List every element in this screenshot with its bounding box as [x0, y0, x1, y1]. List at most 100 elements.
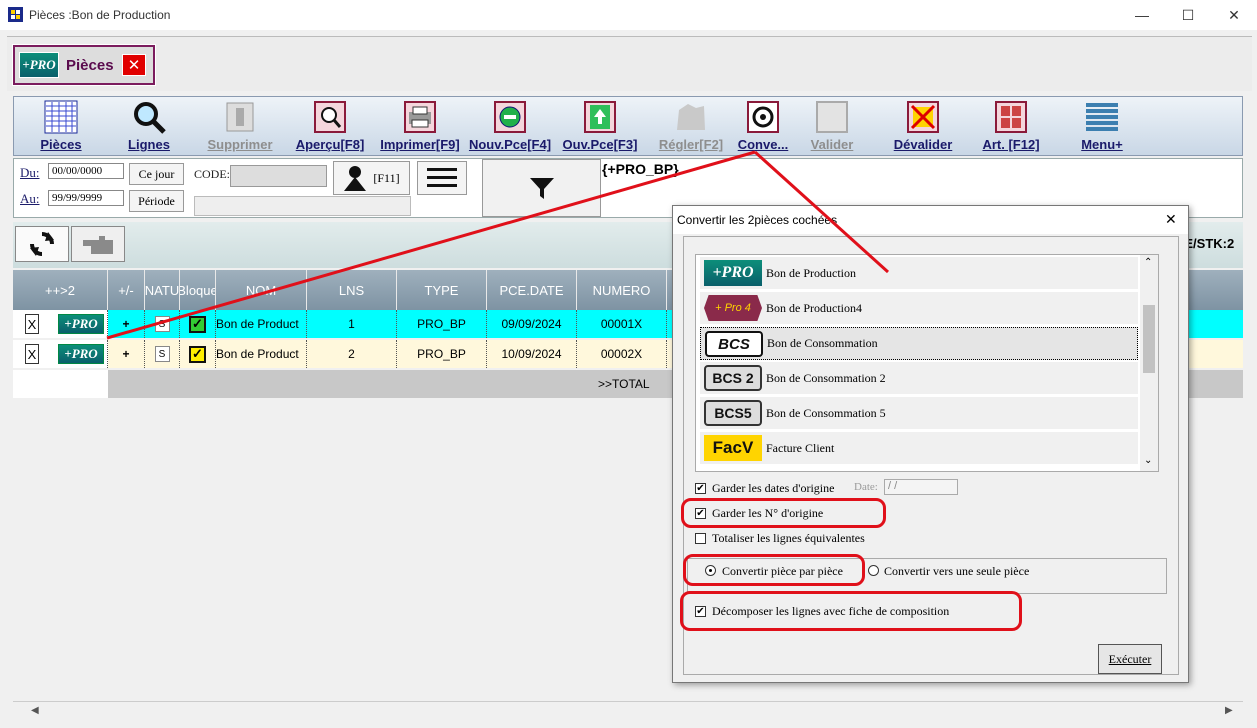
totalize-lines-checkbox[interactable]	[695, 533, 706, 544]
user-f11-button[interactable]: [F11]	[333, 161, 410, 195]
nature-value: S	[154, 346, 170, 362]
toolbar-button-7[interactable]: Régler[F2]	[655, 97, 727, 155]
toolbar-button-8[interactable]: Conve...	[732, 97, 794, 155]
title-bar: Pièces :Bon de Production — ☐ ✕	[0, 0, 1257, 30]
list-item-label: Bon de Consommation	[767, 336, 878, 350]
tab-pieces[interactable]: +PRO Pièces ✕	[12, 44, 156, 86]
radio-piece-par-piece-label: Convertir pièce par pièce	[722, 564, 843, 578]
articles-icon	[994, 100, 1028, 134]
row-checkbox[interactable]: X	[25, 314, 39, 334]
pro-logo-icon: +PRO	[58, 344, 104, 364]
hamburger-menu-button[interactable]	[417, 161, 467, 195]
column-header[interactable]: Bloque	[180, 270, 216, 310]
refresh-button[interactable]	[15, 226, 69, 262]
column-header[interactable]: TYPE	[397, 270, 487, 310]
column-header[interactable]: +/-	[108, 270, 145, 310]
tab-strip	[7, 36, 1252, 91]
blocked-checkbox-cell[interactable]: ✓	[180, 340, 216, 368]
decompose-lines-label: Décomposer les lignes avec fiche de comp…	[712, 604, 950, 618]
column-header[interactable]: NATU	[145, 270, 180, 310]
cell-numero: 00002X	[577, 340, 667, 368]
toolbar-button-2[interactable]: Supprimer	[199, 97, 281, 155]
preview-icon	[313, 100, 347, 134]
tab-close-button[interactable]: ✕	[122, 54, 146, 76]
row-checkbox[interactable]: X	[25, 344, 39, 364]
ce-jour-button[interactable]: Ce jour	[129, 163, 184, 185]
column-header[interactable]: PCE.DATE	[487, 270, 577, 310]
toolbar-button-label: Art. [F12]	[982, 137, 1040, 152]
row-select-cell[interactable]: X +PRO	[13, 340, 108, 368]
close-window-button[interactable]: ✕	[1211, 0, 1257, 30]
cell-type: PRO_BP	[397, 310, 487, 338]
minimize-button[interactable]: —	[1119, 0, 1165, 30]
refresh-icon	[30, 232, 54, 256]
column-header[interactable]: ++>2	[13, 270, 108, 310]
dialog-title: Convertir les 2pièces cochées	[677, 213, 838, 227]
blocked-check-icon[interactable]: ✓	[189, 315, 206, 333]
cell-numero: 00001X	[577, 310, 667, 338]
toolbar-button-0[interactable]: Pièces	[34, 97, 88, 155]
au-date-input[interactable]: 99/99/9999	[48, 190, 124, 206]
scroll-up-icon[interactable]: ⌃	[1144, 257, 1152, 268]
toolbar-button-11[interactable]: Art. [F12]	[979, 97, 1043, 155]
keep-dates-label: Garder les dates d'origine	[712, 481, 835, 495]
keep-numbers-checkbox[interactable]: ✔	[695, 508, 706, 519]
nature-cell: S	[145, 340, 180, 368]
column-header[interactable]: NOM	[216, 270, 307, 310]
du-date-input[interactable]: 00/00/0000	[48, 163, 124, 179]
scroll-right-icon[interactable]: ▶	[1225, 705, 1233, 716]
periode-button[interactable]: Période	[129, 190, 184, 212]
toolbar-button-4[interactable]: Imprimer[F9]	[376, 97, 464, 155]
list-item[interactable]: BCS Bon de Consommation	[700, 327, 1138, 360]
date-input[interactable]: / /	[884, 479, 958, 495]
blocked-checkbox-cell[interactable]: ✓	[180, 310, 216, 338]
au-label: Au:	[20, 191, 40, 206]
app-window: Pièces :Bon de Production — ☐ ✕ +PRO Piè…	[0, 0, 1257, 728]
toolbar-button-label: Imprimer[F9]	[380, 137, 460, 152]
horizontal-scrollbar[interactable]: ◀ ▶	[13, 701, 1243, 719]
list-item[interactable]: FacV Facture Client	[700, 432, 1138, 465]
execute-button[interactable]: Exécuter	[1098, 644, 1162, 674]
pointing-hand-icon	[83, 236, 113, 254]
dialog-close-button[interactable]: ✕	[1165, 211, 1177, 228]
filter-button[interactable]	[482, 159, 601, 217]
toolbar-button-5[interactable]: Nouv.Pce[F4]	[467, 97, 553, 155]
keep-dates-checkbox[interactable]: ✔	[695, 483, 706, 494]
scroll-thumb[interactable]	[1143, 305, 1155, 373]
row-select-cell[interactable]: X +PRO	[13, 310, 108, 338]
list-item[interactable]: +PRO Bon de Production	[700, 257, 1138, 290]
radio-seule-piece[interactable]	[868, 565, 879, 576]
open-piece-icon	[583, 100, 617, 134]
toolbar-button-10[interactable]: Dévalider	[886, 97, 960, 155]
funnel-icon	[529, 178, 554, 199]
blocked-check-icon[interactable]: ✓	[189, 345, 206, 363]
list-item[interactable]: BCS5 Bon de Consommation 5	[700, 397, 1138, 430]
toolbar-button-1[interactable]: Lignes	[120, 97, 178, 155]
toolbar-button-6[interactable]: Ouv.Pce[F3]	[559, 97, 641, 155]
list-item[interactable]: + Pro 4 Bon de Production4	[700, 292, 1138, 325]
scroll-down-icon[interactable]: ⌄	[1144, 455, 1152, 466]
radio-piece-par-piece[interactable]	[705, 565, 716, 576]
decompose-lines-checkbox[interactable]: ✔	[695, 606, 706, 617]
toolbar-button-9[interactable]: Valider	[808, 97, 856, 155]
cell-lns: 2	[307, 340, 397, 368]
total-label: >>TOTAL	[598, 377, 650, 391]
cell-type: PRO_BP	[397, 340, 487, 368]
maximize-button[interactable]: ☐	[1165, 0, 1211, 30]
convert-icon	[746, 100, 780, 134]
hamburger-icon	[427, 168, 457, 187]
column-header[interactable]: LNS	[307, 270, 397, 310]
toolbar-button-label: Régler[F2]	[658, 137, 724, 152]
toolbar-button-12[interactable]: Menu+	[1074, 97, 1130, 155]
target-type-list[interactable]: ⌃ ⌄ +PRO Bon de Production + Pro 4 Bon de P…	[695, 254, 1159, 472]
code-input[interactable]	[230, 165, 327, 187]
list-item[interactable]: BCS 2 Bon de Consommation 2	[700, 362, 1138, 395]
main-toolbar: Pièces Lignes Supprimer Aperçu[F8] Imprimer[…	[13, 96, 1243, 156]
hand-button[interactable]	[71, 226, 125, 262]
list-scrollbar[interactable]: ⌃ ⌄	[1140, 255, 1158, 471]
cell-plus: +	[108, 340, 145, 368]
scroll-left-icon[interactable]: ◀	[31, 705, 39, 716]
toolbar-button-label: Supprimer	[207, 137, 273, 152]
toolbar-button-3[interactable]: Aperçu[F8]	[292, 97, 368, 155]
column-header[interactable]: NUMERO	[577, 270, 667, 310]
